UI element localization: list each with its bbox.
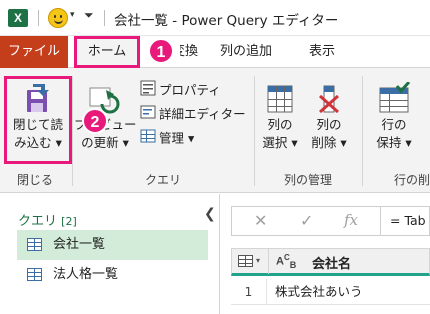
feedback-dropdown-icon[interactable]: ▾: [70, 10, 75, 20]
collapse-pane-icon[interactable]: ❮: [204, 206, 216, 222]
excel-app-icon: X: [8, 9, 28, 27]
query-item-label: 法人格一覧: [53, 267, 119, 282]
title-bar: X ▾ ⏷ 会社一覧 - Power Query エディター: [0, 0, 430, 36]
close-load-highlight: [4, 76, 72, 164]
choose-columns-button[interactable]: 列の 選択 ▾: [258, 82, 302, 152]
query-item-label: 会社一覧: [53, 237, 106, 252]
tab-home[interactable]: ホーム: [74, 36, 140, 68]
queries-pane-title: クエリ [2]: [18, 214, 77, 229]
data-preview-area: ✕ ✓ fx = Tab ▾ ACB 会社名 1 株式会社あいう: [221, 194, 430, 314]
ribbon-tab-row: ファイル ホーム 1 変換 列の追加 表示: [0, 36, 430, 68]
column-header-name[interactable]: 会社名: [312, 253, 351, 272]
manage-caret-icon: ▾: [188, 130, 195, 146]
group-separator: [362, 76, 363, 186]
remove-columns-button[interactable]: 列の 削除 ▾: [306, 82, 352, 152]
row-number: 1: [231, 279, 267, 305]
properties-button[interactable]: プロパティ: [140, 80, 221, 100]
manage-label: 管理: [159, 130, 185, 146]
formula-separator: [380, 207, 381, 235]
step-badge-2: 2: [82, 108, 108, 134]
query-item[interactable]: 法人格一覧: [17, 260, 208, 290]
title-separator: [104, 10, 105, 26]
advanced-editor-button[interactable]: 詳細エディター: [140, 104, 246, 124]
tab-transform[interactable]: 変換: [180, 36, 200, 68]
advanced-editor-label: 詳細エディター: [159, 106, 246, 122]
quick-access-icon[interactable]: ⏷: [84, 8, 94, 23]
formula-bar: ✕ ✓ fx = Tab: [231, 206, 430, 236]
remove-columns-label-2: 削除 ▾: [311, 135, 347, 150]
tab-file[interactable]: ファイル: [0, 36, 68, 68]
keep-rows-icon: [379, 82, 411, 113]
choose-columns-label-2: 選択 ▾: [262, 135, 298, 150]
formula-input[interactable]: = Tab: [390, 213, 426, 228]
confirm-formula-icon[interactable]: ✓: [300, 211, 313, 230]
properties-icon: [140, 80, 156, 102]
refresh-label-2: の更新 ▾: [81, 135, 129, 150]
table-row[interactable]: 1 株式会社あいう: [231, 279, 430, 305]
group-label-manage-columns: 列の管理: [283, 173, 332, 187]
group-separator: [72, 76, 73, 186]
choose-columns-icon: [267, 85, 293, 113]
keep-rows-label-1: 行の: [381, 117, 407, 132]
cancel-formula-icon[interactable]: ✕: [254, 211, 267, 230]
tab-add-column[interactable]: 列の追加: [206, 36, 286, 68]
remove-columns-label-1: 列の: [316, 117, 342, 132]
manage-button[interactable]: 管理 ▾: [140, 128, 194, 148]
table-menu-icon[interactable]: [238, 255, 253, 267]
header-divider: [268, 249, 269, 274]
query-item[interactable]: 会社一覧: [17, 230, 208, 260]
queries-count: [2]: [61, 215, 77, 228]
group-label-reduce-rows: 行の削: [394, 173, 430, 187]
properties-label: プロパティ: [159, 82, 221, 98]
keep-rows-button[interactable]: 行の 保持 ▾: [370, 82, 418, 152]
cell-value[interactable]: 株式会社あいう: [275, 279, 363, 305]
fx-icon[interactable]: fx: [344, 211, 358, 229]
group-label-close: 閉じる: [16, 173, 53, 187]
step-badge-1: 1: [148, 38, 174, 64]
table-icon: [27, 268, 42, 281]
title-separator: [38, 10, 39, 26]
advanced-editor-icon: [140, 104, 156, 126]
remove-columns-icon: [319, 85, 339, 114]
choose-columns-label-1: 列の: [267, 117, 293, 132]
table-menu-caret-icon[interactable]: ▾: [256, 256, 260, 265]
manage-icon: [140, 128, 156, 150]
queries-pane: クエリ [2] ❮ 会社一覧 法人格一覧: [0, 194, 220, 314]
group-label-query: クエリ: [144, 173, 181, 187]
group-separator: [254, 76, 255, 186]
keep-rows-label-2: 保持 ▾: [376, 135, 412, 150]
smiley-feedback-icon[interactable]: [48, 8, 68, 28]
tab-view[interactable]: 表示: [300, 36, 344, 68]
window-title: 会社一覧 - Power Query エディター: [114, 13, 339, 29]
table-icon: [27, 238, 42, 251]
column-type-icon[interactable]: ACB: [276, 253, 296, 270]
grid-header: ▾ ACB 会社名: [231, 248, 430, 276]
